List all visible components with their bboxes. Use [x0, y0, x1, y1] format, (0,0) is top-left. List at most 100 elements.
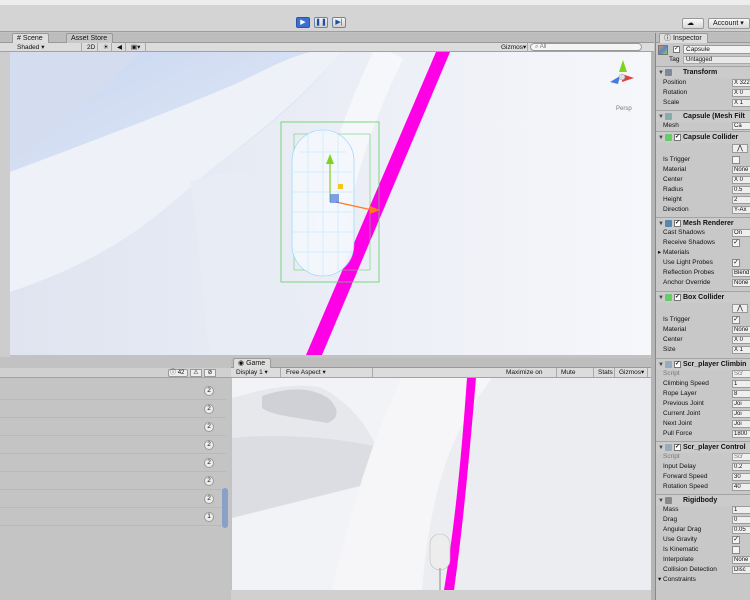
material-row: Material None	[656, 325, 750, 335]
object-active-checkbox[interactable]: ✓	[673, 46, 680, 53]
console-scrollbar[interactable]	[222, 488, 228, 528]
edit-collider-button[interactable]: ⋀	[732, 144, 748, 153]
field-value[interactable]: 0.5	[732, 186, 750, 194]
field-value[interactable]: 30	[732, 473, 750, 481]
speaker-icon: ◀	[117, 44, 122, 51]
account-dropdown[interactable]: Account ▾	[708, 18, 750, 29]
field-value[interactable]: 8	[732, 390, 750, 398]
field-checkbox[interactable]: ✓	[732, 316, 740, 324]
field-value[interactable]: 2	[732, 196, 750, 204]
list-item[interactable]: 2	[0, 382, 226, 400]
is-trigger-row: Is Trigger	[656, 155, 750, 165]
cloud-button[interactable]: ☁	[682, 18, 704, 29]
field-checkbox[interactable]: ✓	[732, 536, 740, 544]
component-enabled-checkbox[interactable]: ✓	[674, 134, 681, 141]
component-enabled-checkbox[interactable]: ✓	[674, 361, 681, 368]
field-value[interactable]: 0	[732, 516, 750, 524]
tab-inspector-label: Inspector	[672, 35, 702, 42]
field-checkbox[interactable]	[732, 156, 740, 164]
field-value[interactable]: X 0	[732, 89, 750, 97]
step-button[interactable]: ▶|	[332, 17, 346, 28]
list-item[interactable]: 2	[0, 400, 226, 418]
play-button[interactable]: ▶	[296, 17, 310, 28]
field-value[interactable]: None	[732, 166, 750, 174]
tab-scene[interactable]: # Scene	[12, 33, 49, 43]
field-value[interactable]: X 1	[732, 99, 750, 107]
lighting-toggle[interactable]: ☀	[100, 43, 112, 52]
shading-dropdown[interactable]: Shaded ▾	[14, 43, 82, 52]
field-value[interactable]: 0.2	[732, 463, 750, 471]
row-count-badge: 2	[204, 422, 214, 432]
scene-viewport[interactable]: Persp	[10, 52, 651, 355]
component-enabled-checkbox[interactable]: ✓	[674, 220, 681, 227]
error-count-badge[interactable]: ⓘ 42	[168, 369, 188, 377]
warning-toggle[interactable]: ⚠	[190, 369, 202, 377]
component-enabled-checkbox[interactable]: ✓	[674, 294, 681, 301]
component-enabled-checkbox[interactable]: ✓	[674, 444, 681, 451]
field-value[interactable]: X 0	[732, 176, 750, 184]
error-toggle[interactable]: ⊘	[204, 369, 216, 377]
object-name-field[interactable]: Capsule	[683, 45, 750, 54]
list-item[interactable]: 2	[0, 490, 226, 508]
list-item[interactable]: 1	[0, 508, 226, 526]
field-value[interactable]: None	[732, 556, 750, 564]
tab-inspector[interactable]: ⓘ Inspector	[659, 33, 708, 43]
field-value[interactable]: On	[732, 229, 750, 237]
field-value[interactable]: Joi	[732, 420, 750, 428]
field-checkbox[interactable]: ✓	[732, 259, 740, 267]
field-value[interactable]: 1	[732, 380, 750, 388]
constraints-row[interactable]: ▾ Constraints	[656, 575, 750, 585]
mode-2d-toggle[interactable]: 2D	[84, 43, 98, 52]
game-viewport[interactable]	[232, 378, 652, 590]
field-checkbox[interactable]: ✓	[732, 239, 740, 247]
transform-header[interactable]: ▼ Transform	[656, 66, 750, 78]
tag-label: Tag	[669, 56, 680, 63]
gizmos-dropdown[interactable]: Gizmos▾	[498, 43, 528, 52]
audio-toggle[interactable]: ◀	[114, 43, 126, 52]
field-value[interactable]: Ca	[732, 122, 750, 130]
field-value[interactable]: X 0	[732, 336, 750, 344]
scene-search-input[interactable]: ⌕ All	[530, 43, 642, 51]
direction-row: Direction Y-Ax	[656, 205, 750, 215]
field-value[interactable]: 1800	[732, 430, 750, 438]
field-checkbox[interactable]	[732, 546, 740, 554]
field-value[interactable]: Joi	[732, 410, 750, 418]
list-item[interactable]: 2	[0, 454, 226, 472]
maximize-on-play-toggle[interactable]: Maximize on Play	[503, 368, 557, 385]
collider-icon	[665, 294, 672, 301]
stats-label: Stats	[598, 369, 613, 376]
mute-audio-toggle[interactable]: Mute audio	[558, 368, 594, 385]
edit-collider-button[interactable]: ⋀	[732, 304, 748, 313]
field-value[interactable]: X 322	[732, 79, 750, 87]
tag-dropdown[interactable]: Untagged	[683, 56, 750, 64]
edit-collider-icon: ⋀	[737, 145, 743, 152]
warning-icon: ⚠	[193, 370, 199, 376]
field-value[interactable]: Joi	[732, 400, 750, 408]
expand-icon: ▼	[658, 295, 664, 301]
field-value[interactable]: None	[732, 326, 750, 334]
stats-toggle[interactable]: Stats	[595, 368, 615, 377]
field-value[interactable]: None	[732, 279, 750, 287]
field-value[interactable]: Y-Ax	[732, 206, 750, 214]
box-collider-header[interactable]: ▼ ✓ Box Collider	[656, 291, 750, 303]
pause-button[interactable]: ❚❚	[314, 17, 328, 28]
field-label: Pull Force	[663, 430, 693, 437]
list-item[interactable]: 2	[0, 418, 226, 436]
field-value[interactable]: Blend	[732, 269, 750, 277]
field-value[interactable]: 40	[732, 483, 750, 491]
aspect-dropdown[interactable]: Free Aspect ▾	[283, 368, 373, 377]
effects-dropdown[interactable]: ▣▾	[128, 43, 146, 52]
materials-row[interactable]: ▸ Materials	[656, 248, 750, 258]
list-item[interactable]: 2	[0, 436, 226, 454]
tab-game[interactable]: ◉ Game	[233, 358, 272, 368]
list-item[interactable]: 2	[0, 472, 226, 490]
field-value[interactable]: 0.05	[732, 526, 750, 534]
field-value[interactable]: X 1	[732, 346, 750, 354]
field-value[interactable]: Disc	[732, 566, 750, 574]
tab-asset-store[interactable]: Asset Store	[66, 33, 114, 43]
display-dropdown[interactable]: Display 1 ▾	[233, 368, 281, 377]
capsule-collider-header[interactable]: ▼ ✓ Capsule Collider	[656, 131, 750, 143]
game-gizmos-dropdown[interactable]: Gizmos▾	[616, 368, 648, 377]
rotation-speed-row: Rotation Speed 40	[656, 482, 750, 492]
field-value[interactable]: 1	[732, 506, 750, 514]
